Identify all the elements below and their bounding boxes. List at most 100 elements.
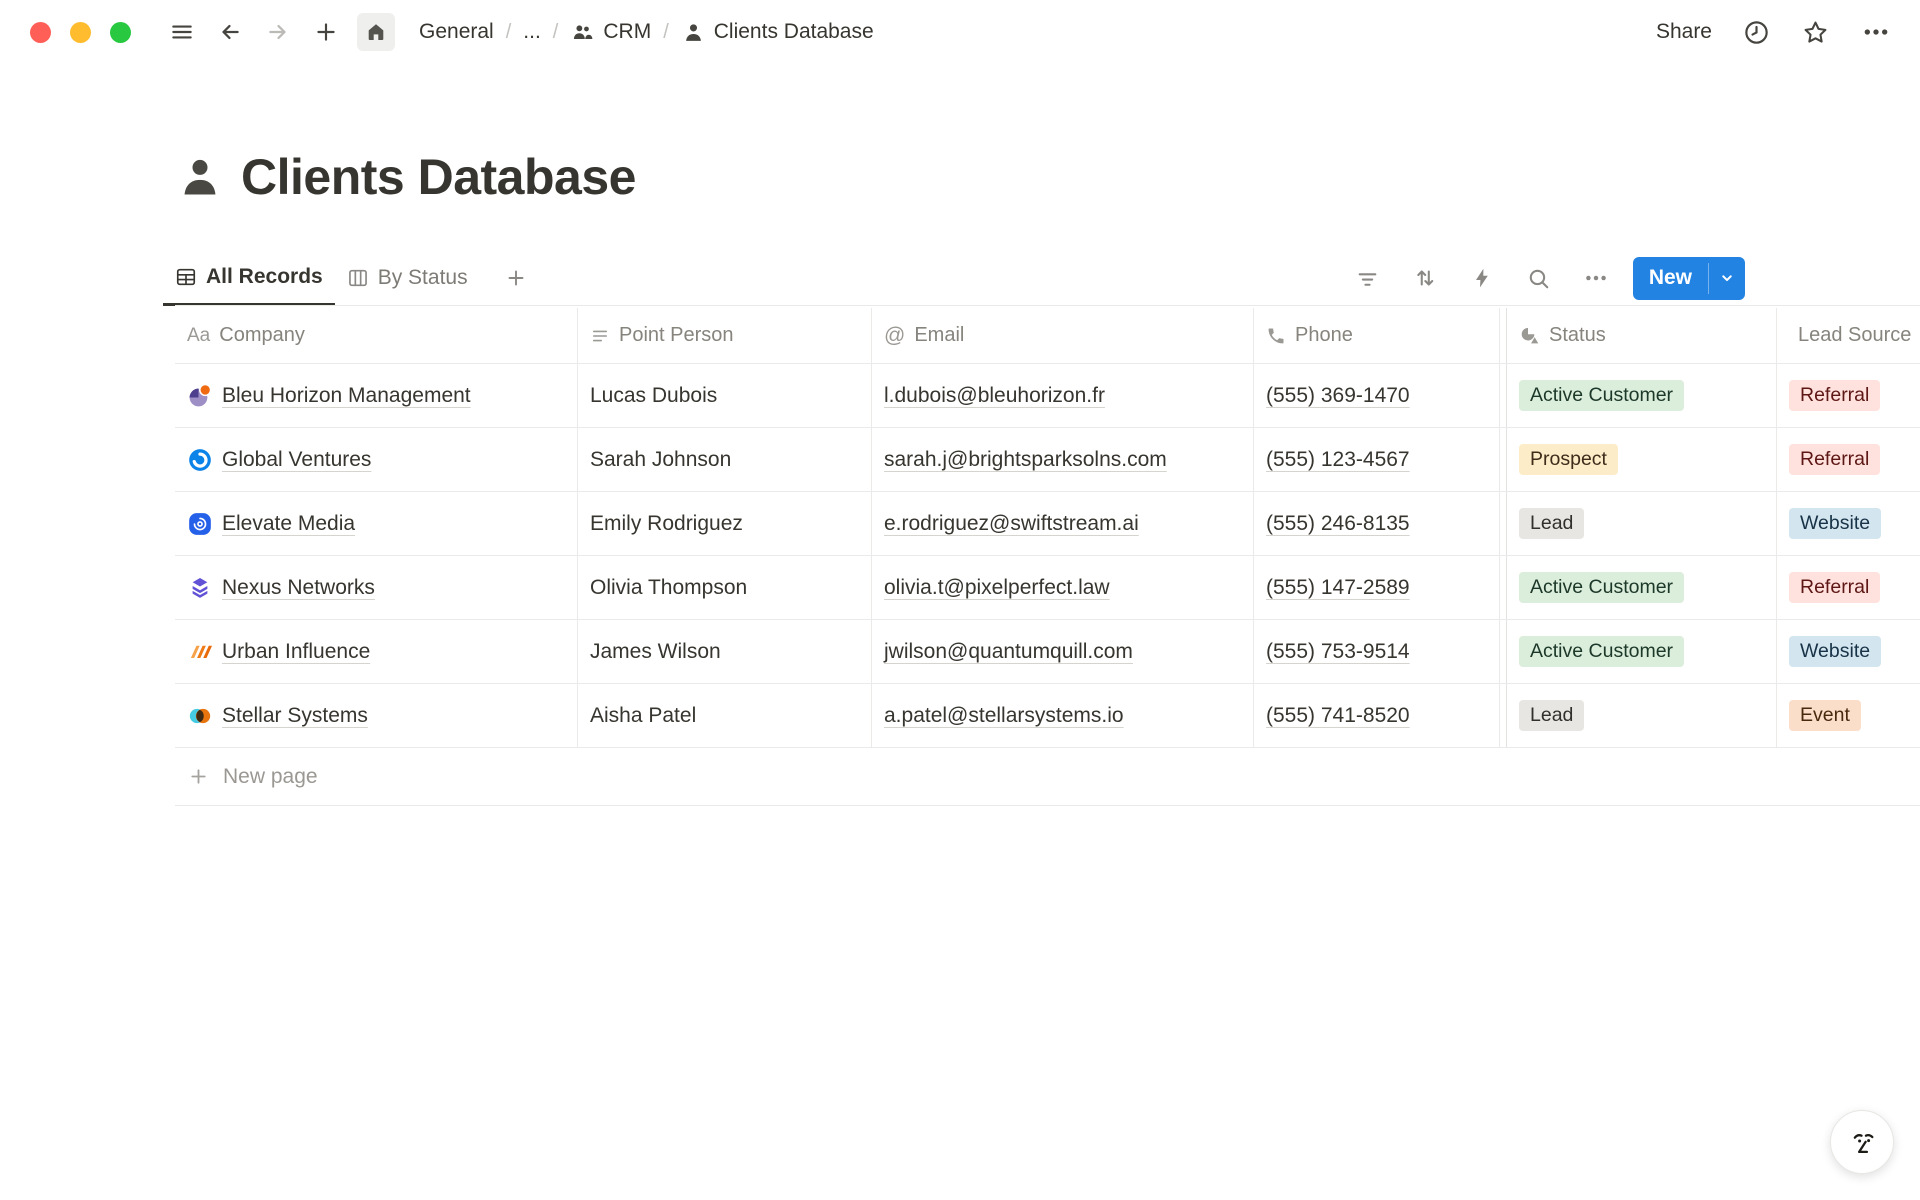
- cell-email[interactable]: sarah.j@brightsparksolns.com: [872, 428, 1254, 492]
- cell-phone[interactable]: (555) 753-9514: [1254, 620, 1500, 684]
- cell-lead-source[interactable]: Referral: [1777, 556, 1920, 620]
- cell-lead-source[interactable]: Referral: [1777, 428, 1920, 492]
- cell-point-person[interactable]: James Wilson: [578, 620, 872, 684]
- cell-phone[interactable]: (555) 147-2589: [1254, 556, 1500, 620]
- back-arrow-icon[interactable]: [213, 15, 247, 49]
- title-aa-icon: Aa: [187, 325, 210, 347]
- cell-email[interactable]: e.rodriguez@swiftstream.ai: [872, 492, 1254, 556]
- cell-email[interactable]: a.patel@stellarsystems.io: [872, 684, 1254, 748]
- lead-source-badge: Website: [1789, 508, 1881, 538]
- column-header-email[interactable]: @ Email: [872, 308, 1254, 364]
- column-header-company[interactable]: Aa Company: [175, 308, 578, 364]
- cell-lead-source[interactable]: Event: [1777, 684, 1920, 748]
- status-badge: Lead: [1519, 508, 1584, 538]
- lead-source-badge: Referral: [1789, 380, 1880, 410]
- new-dropdown-chevron-icon[interactable]: [1709, 257, 1745, 300]
- new-tab-plus-icon[interactable]: [309, 15, 343, 49]
- breadcrumb-item-ellipsis[interactable]: ...: [519, 20, 545, 44]
- cell-company[interactable]: Urban Influence: [175, 620, 578, 684]
- new-page-row[interactable]: New page: [175, 748, 1920, 806]
- status-icon: [1519, 325, 1540, 346]
- cell-email[interactable]: l.dubois@bleuhorizon.fr: [872, 364, 1254, 428]
- breadcrumb-separator: /: [506, 21, 512, 44]
- tab-by-status[interactable]: By Status: [335, 250, 480, 306]
- cell-point-person[interactable]: Olivia Thompson: [578, 556, 872, 620]
- cell-lead-source[interactable]: Website: [1777, 492, 1920, 556]
- breadcrumb-separator: /: [553, 21, 559, 44]
- cell-lead-source[interactable]: Website: [1777, 620, 1920, 684]
- page-title[interactable]: Clients Database: [241, 148, 636, 206]
- table-row: Urban Influence James Wilson jwilson@qua…: [175, 620, 1920, 684]
- page-header: Clients Database: [175, 148, 636, 206]
- breadcrumb-item-general[interactable]: General: [415, 20, 498, 44]
- table-row: Bleu Horizon Management Lucas Dubois l.d…: [175, 364, 1920, 428]
- cell-company[interactable]: Nexus Networks: [175, 556, 578, 620]
- cell-point-person[interactable]: Lucas Dubois: [578, 364, 872, 428]
- cell-status[interactable]: Prospect: [1500, 428, 1777, 492]
- minimize-window-button[interactable]: [70, 22, 91, 43]
- breadcrumb-item-clients-database[interactable]: Clients Database: [677, 20, 878, 45]
- orange-stripes-logo: [187, 639, 213, 665]
- blue-swirl-logo: [187, 447, 213, 473]
- zoom-window-button[interactable]: [110, 22, 131, 43]
- cell-point-person[interactable]: Emily Rodriguez: [578, 492, 872, 556]
- cell-point-person[interactable]: Sarah Johnson: [578, 428, 872, 492]
- cell-company[interactable]: Stellar Systems: [175, 684, 578, 748]
- cell-company[interactable]: Elevate Media: [175, 492, 578, 556]
- forward-arrow-icon[interactable]: [261, 15, 295, 49]
- cell-status[interactable]: Active Customer: [1500, 620, 1777, 684]
- table-view-icon: [175, 266, 197, 288]
- column-header-phone[interactable]: Phone: [1254, 308, 1500, 364]
- cell-status[interactable]: Active Customer: [1500, 364, 1777, 428]
- sort-icon[interactable]: [1411, 264, 1439, 292]
- search-icon[interactable]: [1525, 264, 1553, 292]
- view-tabs: All Records By Status: [175, 250, 540, 306]
- history-clock-icon[interactable]: [1742, 18, 1771, 47]
- lead-source-badge: Referral: [1789, 572, 1880, 602]
- breadcrumb-item-crm[interactable]: CRM: [566, 20, 655, 45]
- cell-email[interactable]: jwilson@quantumquill.com: [872, 620, 1254, 684]
- cell-company[interactable]: Bleu Horizon Management: [175, 364, 578, 428]
- cell-company[interactable]: Global Ventures: [175, 428, 578, 492]
- status-badge: Active Customer: [1519, 636, 1684, 666]
- home-icon[interactable]: [357, 13, 395, 51]
- table-row: Global Ventures Sarah Johnson sarah.j@br…: [175, 428, 1920, 492]
- column-header-lead-source[interactable]: Lead Source: [1777, 308, 1920, 364]
- cell-phone[interactable]: (555) 741-8520: [1254, 684, 1500, 748]
- cell-status[interactable]: Lead: [1500, 492, 1777, 556]
- ai-face-icon: [1844, 1124, 1880, 1160]
- cell-point-person[interactable]: Aisha Patel: [578, 684, 872, 748]
- lightning-icon[interactable]: [1468, 264, 1496, 292]
- view-more-icon[interactable]: [1582, 264, 1610, 292]
- breadcrumb: General / ... / CRM / Clients Database: [415, 20, 878, 45]
- board-view-icon: [347, 267, 369, 289]
- status-badge: Active Customer: [1519, 572, 1684, 602]
- tab-all-records[interactable]: All Records: [163, 250, 335, 306]
- cell-lead-source[interactable]: Referral: [1777, 364, 1920, 428]
- cell-phone[interactable]: (555) 123-4567: [1254, 428, 1500, 492]
- share-button[interactable]: Share: [1656, 20, 1712, 44]
- page-icon-person[interactable]: [175, 152, 225, 202]
- cell-status[interactable]: Active Customer: [1500, 556, 1777, 620]
- more-options-icon[interactable]: [1860, 16, 1892, 48]
- notion-ai-button[interactable]: [1830, 1110, 1894, 1174]
- filter-icon[interactable]: [1354, 264, 1382, 292]
- lead-source-badge: Event: [1789, 700, 1861, 730]
- status-badge: Active Customer: [1519, 380, 1684, 410]
- add-view-plus-icon[interactable]: [492, 250, 540, 306]
- favorite-star-icon[interactable]: [1801, 18, 1830, 47]
- column-header-status[interactable]: Status: [1500, 308, 1777, 364]
- status-badge: Lead: [1519, 700, 1584, 730]
- plus-icon: [187, 765, 210, 788]
- cell-phone[interactable]: (555) 369-1470: [1254, 364, 1500, 428]
- table-row: Elevate Media Emily Rodriguez e.rodrigue…: [175, 492, 1920, 556]
- cell-email[interactable]: olivia.t@pixelperfect.law: [872, 556, 1254, 620]
- view-toolbar: New: [1354, 257, 1745, 300]
- close-window-button[interactable]: [30, 22, 51, 43]
- status-badge: Prospect: [1519, 444, 1618, 474]
- column-header-point-person[interactable]: Point Person: [578, 308, 872, 364]
- new-record-button[interactable]: New: [1633, 257, 1745, 300]
- sidebar-menu-icon[interactable]: [165, 15, 199, 49]
- cell-phone[interactable]: (555) 246-8135: [1254, 492, 1500, 556]
- cell-status[interactable]: Lead: [1500, 684, 1777, 748]
